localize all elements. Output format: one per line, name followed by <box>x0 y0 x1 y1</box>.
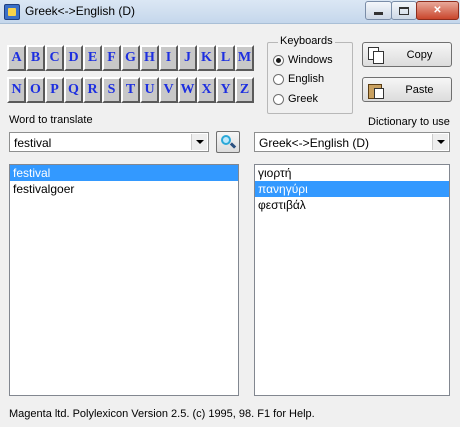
radio-windows[interactable]: Windows <box>273 54 333 66</box>
radio-windows-indicator[interactable] <box>273 54 284 66</box>
title-bar[interactable]: Greek<->English (D) ✕ <box>0 0 460 24</box>
letter-button-c[interactable]: C <box>45 45 64 71</box>
close-icon: ✕ <box>433 5 442 16</box>
window-title: Greek<->English (D) <box>25 4 136 18</box>
status-bar-text: Magenta ltd. Polylexicon Version 2.5. (c… <box>9 408 315 420</box>
paste-icon <box>368 82 384 99</box>
letter-button-e[interactable]: E <box>83 45 102 71</box>
translation-list-item[interactable]: γιορτή <box>255 165 449 181</box>
close-button[interactable]: ✕ <box>416 1 459 20</box>
letter-button-h[interactable]: H <box>140 45 159 71</box>
copy-button-label: Copy <box>406 48 433 61</box>
radio-english[interactable]: English <box>273 73 324 85</box>
chevron-down-icon[interactable] <box>432 134 448 150</box>
app-icon[interactable] <box>4 4 20 20</box>
letter-button-y[interactable]: Y <box>216 77 235 103</box>
keyboards-legend: Keyboards <box>278 35 335 47</box>
letter-button-w[interactable]: W <box>178 77 197 103</box>
letter-button-s[interactable]: S <box>102 77 121 103</box>
word-list-item[interactable]: festival <box>10 165 238 181</box>
letter-button-u[interactable]: U <box>140 77 159 103</box>
letter-button-t[interactable]: T <box>121 77 140 103</box>
word-list-item[interactable]: festivalgoer <box>10 181 238 197</box>
letter-button-g[interactable]: G <box>121 45 140 71</box>
word-input-value: festival <box>14 136 52 150</box>
letter-button-k[interactable]: K <box>197 45 216 71</box>
minimize-button[interactable] <box>365 1 392 20</box>
dictionary-select-value: Greek<->English (D) <box>259 136 370 150</box>
search-button[interactable] <box>216 131 240 153</box>
word-input[interactable]: festival <box>9 132 209 152</box>
letter-button-m[interactable]: M <box>235 45 254 71</box>
maximize-button[interactable] <box>391 1 417 20</box>
letter-button-p[interactable]: P <box>45 77 64 103</box>
letter-button-b[interactable]: B <box>26 45 45 71</box>
letter-button-f[interactable]: F <box>102 45 121 71</box>
maximize-icon <box>399 6 409 15</box>
radio-greek-label: Greek <box>288 93 318 105</box>
letter-button-x[interactable]: X <box>197 77 216 103</box>
letter-button-i[interactable]: I <box>159 45 178 71</box>
keyboards-group: Keyboards Windows English Greek <box>267 35 353 114</box>
radio-windows-label: Windows <box>288 54 333 66</box>
paste-button-label: Paste <box>405 83 434 96</box>
translation-list-item[interactable]: φεστιβάλ <box>255 197 449 213</box>
letter-button-z[interactable]: Z <box>235 77 254 103</box>
letter-button-n[interactable]: N <box>7 77 26 103</box>
letter-button-l[interactable]: L <box>216 45 235 71</box>
minimize-icon <box>374 12 383 15</box>
letter-button-v[interactable]: V <box>159 77 178 103</box>
dictionary-label: Dictionary to use <box>368 116 450 128</box>
letter-button-d[interactable]: D <box>64 45 83 71</box>
radio-greek[interactable]: Greek <box>273 93 318 105</box>
word-list[interactable]: festival festivalgoer <box>9 164 239 396</box>
letter-button-r[interactable]: R <box>83 77 102 103</box>
radio-english-label: English <box>288 73 325 85</box>
search-icon-handle <box>229 142 237 149</box>
app-window: Greek<->English (D) ✕ ABCDEFGHIJKLM NOPQR… <box>0 0 460 427</box>
translation-list-item[interactable]: πανηγύρι <box>255 181 449 197</box>
letter-button-a[interactable]: A <box>7 45 26 71</box>
letter-buttons-grid: ABCDEFGHIJKLM NOPQRSTUVWXYZ <box>7 45 263 109</box>
letter-button-o[interactable]: O <box>26 77 45 103</box>
radio-english-indicator[interactable] <box>273 73 284 85</box>
letter-button-q[interactable]: Q <box>64 77 83 103</box>
copy-icon <box>368 47 384 64</box>
radio-greek-indicator[interactable] <box>273 93 284 105</box>
translation-list[interactable]: γιορτή πανηγύρι φεστιβάλ <box>254 164 450 396</box>
dictionary-select[interactable]: Greek<->English (D) <box>254 132 450 152</box>
copy-button[interactable]: Copy <box>362 42 452 67</box>
chevron-down-icon[interactable] <box>191 134 207 150</box>
word-to-translate-label: Word to translate <box>9 114 93 126</box>
paste-button[interactable]: Paste <box>362 77 452 102</box>
letter-button-j[interactable]: J <box>178 45 197 71</box>
